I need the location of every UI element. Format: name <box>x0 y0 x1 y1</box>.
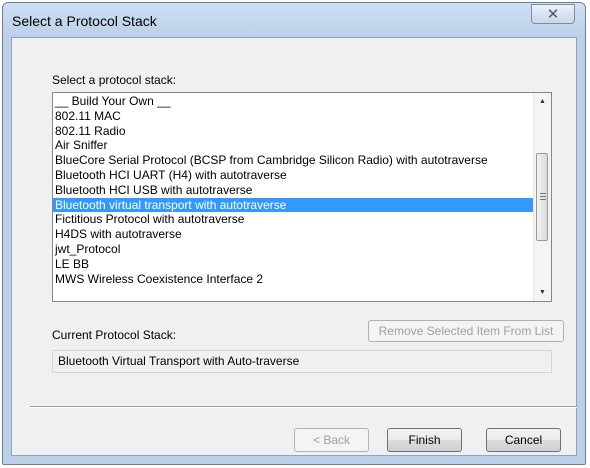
current-stack-label: Current Protocol Stack: <box>52 328 177 342</box>
list-item[interactable]: H4DS with autotraverse <box>53 227 534 242</box>
list-item[interactable]: BlueCore Serial Protocol (BCSP from Camb… <box>53 153 534 168</box>
list-item[interactable]: 802.11 MAC <box>53 109 534 124</box>
select-stack-label: Select a protocol stack: <box>52 73 177 87</box>
title-bar[interactable]: Select a Protocol Stack ✕ <box>3 3 585 37</box>
dialog-client-area: Select a protocol stack: __ Build Your O… <box>11 37 577 456</box>
scroll-down-icon[interactable]: ▼ <box>534 284 551 301</box>
cancel-button[interactable]: Cancel <box>486 428 561 452</box>
list-scrollbar[interactable]: ▲ ▼ <box>533 93 551 301</box>
protocol-stack-list[interactable]: __ Build Your Own __ 802.11 MAC 802.11 Rad… <box>52 92 552 302</box>
current-stack-field: Bluetooth Virtual Transport with Auto-tr… <box>52 350 552 373</box>
close-button[interactable]: ✕ <box>531 4 575 24</box>
protocol-list-items: __ Build Your Own __ 802.11 MAC 802.11 Rad… <box>53 94 534 286</box>
list-item[interactable]: 802.11 Radio <box>53 124 534 139</box>
list-item[interactable]: Air Sniffer <box>53 138 534 153</box>
protocol-stack-dialog: Select a Protocol Stack ✕ Select a proto… <box>2 2 586 465</box>
scroll-thumb[interactable] <box>536 153 548 241</box>
back-button[interactable]: < Back <box>294 428 369 452</box>
list-item[interactable]: Bluetooth virtual transport with autotra… <box>53 197 534 213</box>
scroll-up-icon[interactable]: ▲ <box>534 93 551 110</box>
list-item[interactable]: Bluetooth HCI UART (H4) with autotravers… <box>53 168 534 183</box>
list-item[interactable]: __ Build Your Own __ <box>53 94 534 109</box>
footer-separator <box>30 406 577 408</box>
list-item[interactable]: jwt_Protocol <box>53 242 534 257</box>
list-item[interactable]: LE BB <box>53 257 534 272</box>
list-item[interactable]: MWS Wireless Coexistence Interface 2 <box>53 272 534 287</box>
list-item[interactable]: Fictitious Protocol with autotraverse <box>53 212 534 227</box>
grip-line <box>540 193 546 194</box>
dialog-title: Select a Protocol Stack <box>12 13 157 29</box>
grip-line <box>540 196 546 197</box>
grip-line <box>540 199 546 200</box>
finish-button[interactable]: Finish <box>387 428 462 452</box>
remove-selected-button[interactable]: Remove Selected Item From List <box>368 320 564 342</box>
list-item[interactable]: Bluetooth HCI USB with autotraverse <box>53 183 534 198</box>
close-icon: ✕ <box>546 6 560 23</box>
